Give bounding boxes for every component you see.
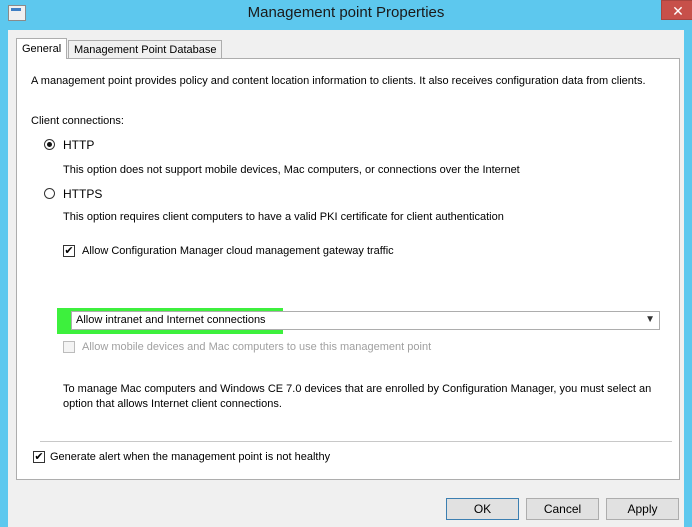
window-title: Management point Properties: [247, 4, 445, 21]
mac-note-line-1: To manage Mac computers and Windows CE 7…: [63, 383, 652, 395]
properties-window: Management point Properties ✕ General Ma…: [0, 0, 692, 527]
connection-type-value: Allow intranet and Internet connections: [76, 314, 266, 326]
cancel-button[interactable]: Cancel: [526, 498, 599, 520]
mobile-mac-label: Allow mobile devices and Mac computers t…: [82, 341, 432, 353]
client-connections-label: Client connections:: [31, 115, 124, 127]
https-radio[interactable]: [44, 188, 55, 199]
close-button[interactable]: ✕: [661, 0, 692, 20]
https-label[interactable]: HTTPS: [63, 187, 102, 201]
connection-type-dropdown[interactable]: Allow intranet and Internet connections …: [71, 311, 660, 330]
cmg-traffic-checkbox[interactable]: ✔: [63, 245, 75, 257]
http-note: This option does not support mobile devi…: [63, 164, 520, 176]
https-note: This option requires client computers to…: [63, 211, 504, 223]
generate-alert-checkbox[interactable]: ✔: [33, 451, 45, 463]
apply-button[interactable]: Apply: [606, 498, 679, 520]
dialog-body: General Management Point Database A mana…: [8, 30, 684, 527]
http-radio[interactable]: [44, 139, 55, 150]
ok-button[interactable]: OK: [446, 498, 519, 520]
radio-selected-dot: [47, 142, 52, 147]
description-text: A management point provides policy and c…: [31, 75, 646, 87]
title-bar[interactable]: Management point Properties ✕: [0, 0, 692, 26]
section-divider: [40, 441, 672, 442]
tab-management-point-database[interactable]: Management Point Database: [68, 40, 223, 58]
tab-general[interactable]: General: [16, 38, 68, 59]
cmg-traffic-label[interactable]: Allow Configuration Manager cloud manage…: [82, 245, 394, 257]
general-tab-panel: A management point provides policy and c…: [16, 58, 680, 480]
mac-note-line-2: option that allows Internet client conne…: [63, 398, 282, 410]
generate-alert-label[interactable]: Generate alert when the management point…: [50, 451, 330, 463]
chevron-down-icon[interactable]: ▼: [645, 314, 655, 325]
http-label[interactable]: HTTP: [63, 138, 94, 152]
mobile-mac-checkbox: [63, 341, 75, 353]
